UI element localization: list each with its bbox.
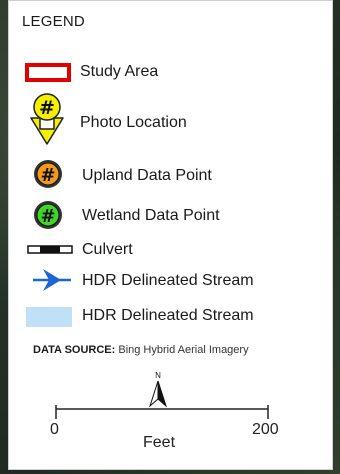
scale-unit-label: Feet — [143, 434, 176, 451]
data-source-line: DATA SOURCE: Bing Hybrid Aerial Imagery — [33, 344, 249, 356]
legend-item-wetland-data-point: Wetland Data Point — [82, 207, 220, 224]
map-background: LEGEND Study Area # Photo Location # Upl… — [0, 0, 340, 474]
scale-bar — [49, 403, 274, 424]
data-source-value: Bing Hybrid Aerial Imagery — [118, 344, 249, 356]
photo-location-icon: # — [27, 91, 67, 152]
stream-line-symbol — [29, 265, 73, 300]
culvert-symbol — [27, 243, 73, 261]
data-source-label: DATA SOURCE: — [33, 344, 116, 356]
legend-item-upland-data-point: Upland Data Point — [82, 167, 212, 184]
upland-data-point-icon: # — [32, 158, 64, 195]
north-arrow-label: N — [155, 371, 161, 380]
legend-title: LEGEND — [22, 13, 85, 30]
legend-item-study-area: Study Area — [80, 63, 159, 80]
scale-end-label: 200 — [252, 421, 279, 438]
scale-start-label: 0 — [50, 421, 59, 438]
stream-fill-symbol — [26, 307, 72, 332]
legend-item-stream-line: HDR Delineated Stream — [82, 272, 254, 289]
legend-item-photo-location: Photo Location — [80, 114, 187, 131]
legend-item-culvert: Culvert — [82, 241, 133, 258]
legend-panel: LEGEND Study Area # Photo Location # Upl… — [8, 0, 333, 470]
svg-text:#: # — [40, 165, 55, 186]
wetland-data-point-icon: # — [32, 199, 64, 236]
svg-text:#: # — [40, 206, 55, 227]
svg-text:#: # — [39, 97, 55, 119]
legend-item-stream-fill: HDR Delineated Stream — [82, 307, 254, 324]
study-area-symbol — [25, 63, 71, 88]
